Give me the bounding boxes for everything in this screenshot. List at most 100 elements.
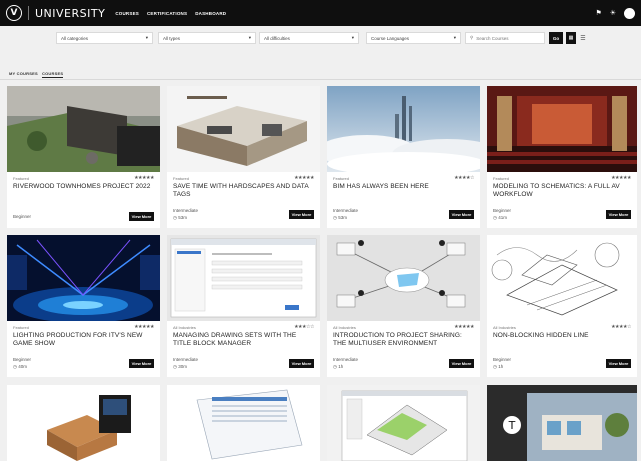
view-more-button[interactable]: View More — [449, 210, 474, 219]
search-icon: ⚲ — [470, 35, 474, 40]
course-title[interactable]: BIM HAS ALWAYS BEEN HERE — [333, 183, 474, 191]
course-level: Beginner — [13, 214, 32, 219]
course-thumbnail[interactable] — [7, 385, 160, 461]
view-more-button[interactable]: View More — [449, 359, 474, 368]
course-card[interactable]: Featured ★★★★★ LIGHTING PRODUCTION FOR I… — [7, 235, 160, 377]
rating-stars: ★★★★★ — [134, 324, 154, 330]
categories-value: All categories — [61, 35, 89, 41]
course-thumbnail[interactable] — [167, 86, 320, 172]
types-select[interactable]: All types ▾ — [158, 32, 256, 44]
course-title[interactable]: LIGHTING PRODUCTION FOR ITV'S NEW GAME S… — [13, 332, 154, 348]
tab-courses[interactable]: COURSES — [42, 71, 64, 78]
svg-text:T: T — [508, 419, 516, 432]
duration-value: 53m — [338, 215, 347, 220]
course-title[interactable]: SAVE TIME WITH HARDSCAPES AND DATA TAGS — [173, 183, 314, 199]
notification-bell-icon[interactable]: ⚑ — [595, 9, 601, 17]
course-level: Intermediate — [333, 357, 359, 362]
avatar[interactable] — [624, 7, 635, 19]
search-input[interactable]: ⚲ Search Courses — [465, 32, 545, 44]
course-title[interactable]: NON-BLOCKING HIDDEN LINE — [493, 332, 631, 340]
course-category: Featured — [13, 176, 30, 181]
course-level: Intermediate — [173, 208, 199, 213]
types-value: All types — [163, 35, 181, 41]
course-card[interactable] — [7, 385, 160, 461]
logo-letter: V — [10, 8, 18, 18]
course-tabs: MY COURSES COURSES — [0, 69, 641, 80]
duration-value: 1h — [338, 364, 344, 369]
course-card[interactable] — [327, 385, 480, 461]
course-thumbnail[interactable] — [7, 86, 160, 172]
rating-stars: ★★★★★ — [454, 324, 474, 330]
course-card[interactable]: All Industries ★★★☆☆ MANAGING DRAWING SE… — [167, 235, 320, 377]
list-view-icon[interactable]: ☰ — [579, 32, 587, 44]
chevron-down-icon: ▾ — [248, 35, 251, 40]
course-title[interactable]: MODELING TO SCHEMATICS: A FULL AV WORKFL… — [493, 183, 631, 199]
course-title[interactable]: MANAGING DRAWING SETS WITH THE TITLE BLO… — [173, 332, 314, 348]
difficulties-value: All difficulties — [264, 35, 290, 41]
grid-view-icon[interactable]: ▦ — [566, 32, 576, 44]
course-card[interactable]: Featured ★★★★☆ BIM HAS ALWAYS BEEN HERE … — [327, 86, 480, 228]
brand-name[interactable]: UNIVERSITY — [35, 7, 105, 20]
course-thumbnail[interactable] — [167, 385, 320, 461]
duration-value: 53m — [178, 215, 187, 220]
difficulties-select[interactable]: All difficulties ▾ — [259, 32, 359, 44]
course-category: Featured — [173, 176, 190, 181]
go-button[interactable]: Go — [549, 32, 563, 44]
course-level: Beginner — [13, 357, 32, 362]
course-category: All Industries — [333, 325, 356, 330]
course-card[interactable]: All Industries ★★★★☆ NON-BLOCKING HIDDEN… — [487, 235, 637, 377]
view-more-button[interactable]: View More — [606, 210, 631, 219]
course-category: All Industries — [493, 325, 516, 330]
search-placeholder: Search Courses — [476, 35, 509, 41]
categories-select[interactable]: All categories ▾ — [56, 32, 153, 44]
course-category: All Industries — [173, 325, 196, 330]
course-thumbnail[interactable] — [327, 86, 480, 172]
languages-value: Course Languages — [371, 35, 410, 41]
rating-stars: ★★★★☆ — [611, 324, 631, 330]
filter-bar: All categories ▾ All types ▾ All difficu… — [0, 32, 641, 44]
course-thumbnail[interactable] — [327, 235, 480, 321]
view-more-button[interactable]: View More — [289, 210, 314, 219]
course-duration: ◷ 53m — [333, 215, 347, 220]
course-card[interactable] — [167, 385, 320, 461]
course-duration: ◷ 53m — [173, 215, 187, 220]
duration-value: 1h — [498, 364, 504, 369]
course-card[interactable]: T — [487, 385, 637, 461]
languages-select[interactable]: Course Languages ▾ — [366, 32, 461, 44]
nav-link-certifications[interactable]: CERTIFICATIONS — [147, 11, 187, 16]
nav-actions: ⚑ ☀ — [595, 0, 635, 26]
language-icon[interactable]: ☀ — [610, 9, 616, 17]
course-title[interactable]: INTRODUCTION TO PROJECT SHARING: THE MUL… — [333, 332, 474, 348]
rating-stars: ★★★★★ — [134, 175, 154, 181]
course-thumbnail[interactable] — [327, 385, 480, 461]
top-nav: V UNIVERSITY COURSES CERTIFICATIONS DASH… — [0, 0, 641, 26]
course-thumbnail[interactable] — [487, 86, 637, 172]
course-card[interactable]: Featured ★★★★★ SAVE TIME WITH HARDSCAPES… — [167, 86, 320, 228]
course-card[interactable]: Featured ★★★★★ MODELING TO SCHEMATICS: A… — [487, 86, 637, 228]
course-thumbnail[interactable] — [487, 235, 637, 321]
course-card[interactable]: Featured ★★★★★ RIVERWOOD TOWNHOMES PROJE… — [7, 86, 160, 228]
nav-link-dashboard[interactable]: DASHBOARD — [195, 11, 226, 16]
course-level: Intermediate — [173, 357, 199, 362]
nav-link-courses[interactable]: COURSES — [115, 11, 139, 16]
view-more-button[interactable]: View More — [606, 359, 631, 368]
chevron-down-icon: ▾ — [145, 35, 148, 40]
course-category: Featured — [493, 176, 510, 181]
logo-divider — [28, 6, 29, 20]
duration-value: 30m — [178, 364, 187, 369]
rating-stars: ★★★☆☆ — [294, 324, 314, 330]
course-category: Featured — [333, 176, 350, 181]
course-card[interactable]: All Industries ★★★★★ INTRODUCTION TO PRO… — [327, 235, 480, 377]
course-thumbnail[interactable] — [167, 235, 320, 321]
view-more-button[interactable]: View More — [129, 359, 154, 368]
course-thumbnail[interactable] — [7, 235, 160, 321]
duration-value: 41m — [498, 215, 507, 220]
course-duration: ◷ 40m — [13, 364, 27, 369]
logo-icon[interactable]: V — [6, 5, 22, 21]
view-more-button[interactable]: View More — [289, 359, 314, 368]
rating-stars: ★★★★★ — [294, 175, 314, 181]
course-title[interactable]: RIVERWOOD TOWNHOMES PROJECT 2022 — [13, 183, 154, 191]
view-more-button[interactable]: View More — [129, 212, 154, 221]
course-thumbnail[interactable]: T — [487, 385, 637, 461]
tab-my-courses[interactable]: MY COURSES — [9, 71, 38, 76]
